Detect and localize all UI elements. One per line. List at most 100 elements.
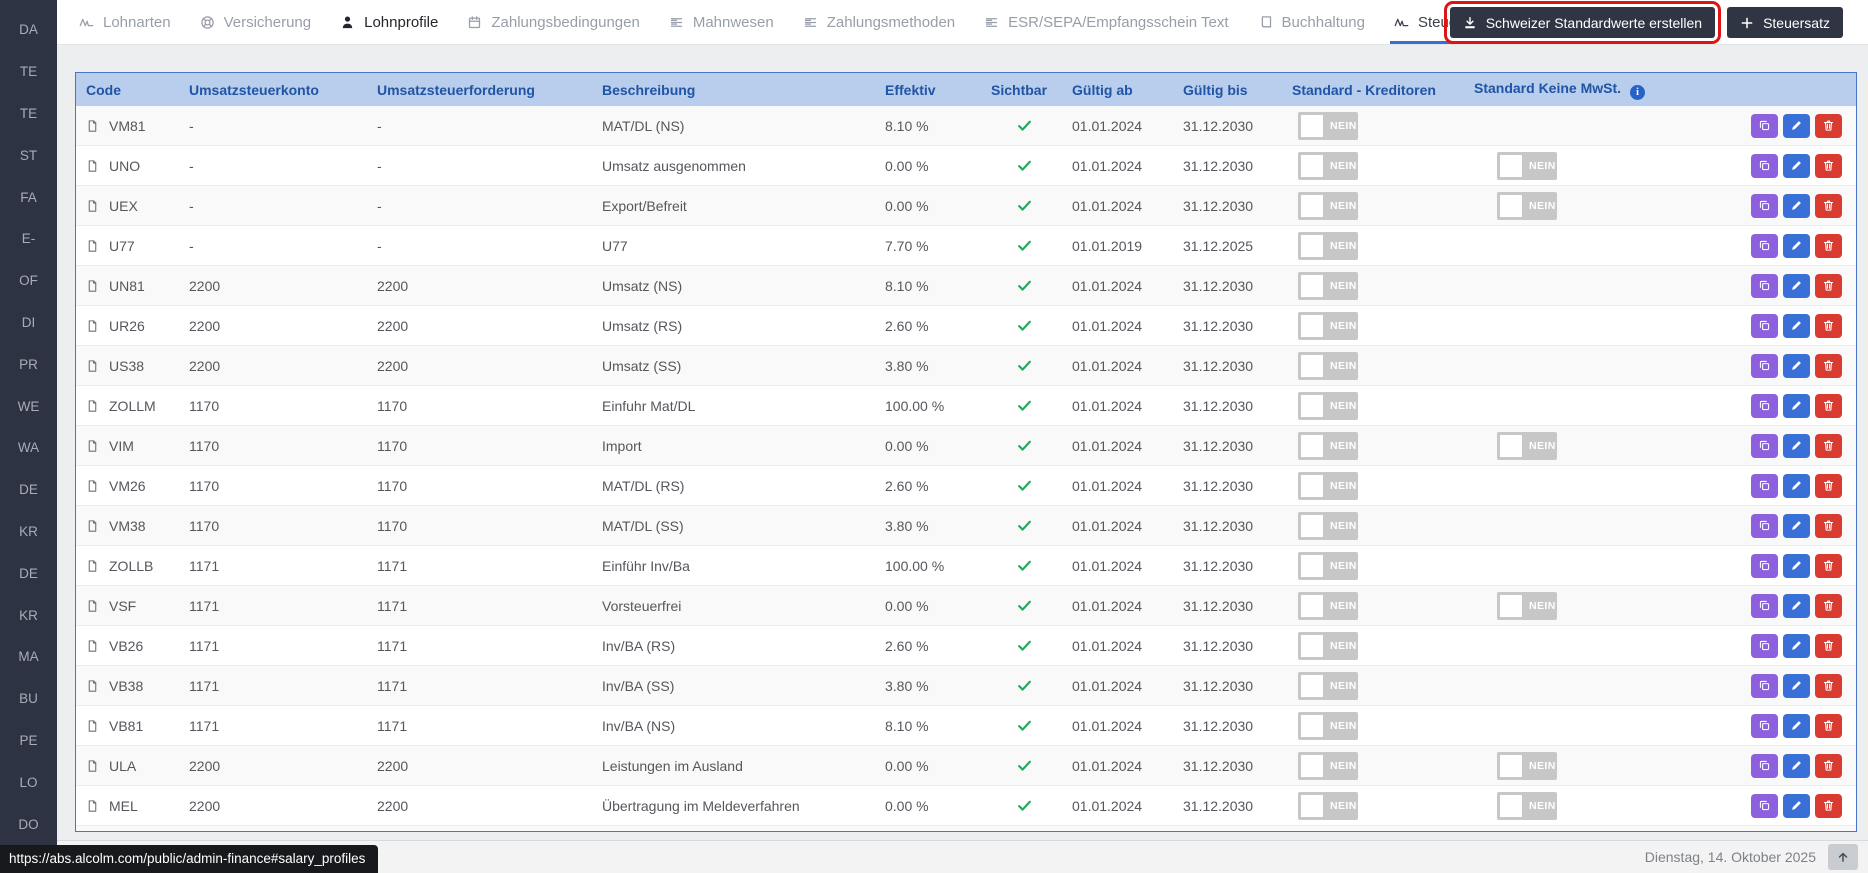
- tab-buchhaltung[interactable]: Buchhaltung: [1258, 0, 1365, 44]
- duplicate-button[interactable]: [1751, 193, 1778, 218]
- edit-button[interactable]: [1783, 153, 1810, 178]
- delete-button[interactable]: [1815, 553, 1842, 578]
- sidebar-item-we[interactable]: WE: [0, 385, 57, 427]
- edit-button[interactable]: [1783, 313, 1810, 338]
- tab-lohnprofile[interactable]: Lohnprofile: [340, 0, 438, 44]
- tab-zahlungsbedingungen[interactable]: Zahlungsbedingungen: [467, 0, 640, 44]
- sidebar-item-ma[interactable]: MA: [0, 636, 57, 678]
- standard-kreditoren-toggle[interactable]: NEIN: [1298, 151, 1358, 180]
- duplicate-button[interactable]: [1751, 273, 1778, 298]
- edit-button[interactable]: [1783, 273, 1810, 298]
- sidebar-item-da[interactable]: DA: [0, 9, 57, 51]
- edit-button[interactable]: [1783, 633, 1810, 658]
- delete-button[interactable]: [1815, 633, 1842, 658]
- standard-kreditoren-toggle[interactable]: NEIN: [1298, 751, 1358, 780]
- sidebar-item-pr[interactable]: PR: [0, 343, 57, 385]
- sidebar-item-de[interactable]: DE: [0, 552, 57, 594]
- standard-kreditoren-toggle[interactable]: NEIN: [1298, 471, 1358, 500]
- scroll-to-top-button[interactable]: [1828, 844, 1858, 870]
- delete-button[interactable]: [1815, 193, 1842, 218]
- edit-button[interactable]: [1783, 433, 1810, 458]
- duplicate-button[interactable]: [1751, 593, 1778, 618]
- edit-button[interactable]: [1783, 193, 1810, 218]
- standard-keine-mwst-toggle[interactable]: NEIN: [1497, 151, 1557, 180]
- delete-button[interactable]: [1815, 713, 1842, 738]
- add-steuersatz-button[interactable]: Steuersatz: [1727, 7, 1843, 38]
- sidebar-item-st[interactable]: ST: [0, 134, 57, 176]
- edit-button[interactable]: [1783, 473, 1810, 498]
- edit-button[interactable]: [1783, 553, 1810, 578]
- duplicate-button[interactable]: [1751, 433, 1778, 458]
- sidebar-item-pe[interactable]: PE: [0, 720, 57, 762]
- standard-kreditoren-toggle[interactable]: NEIN: [1298, 191, 1358, 220]
- standard-kreditoren-toggle[interactable]: NEIN: [1298, 231, 1358, 260]
- duplicate-button[interactable]: [1751, 673, 1778, 698]
- duplicate-button[interactable]: [1751, 473, 1778, 498]
- edit-button[interactable]: [1783, 513, 1810, 538]
- delete-button[interactable]: [1815, 353, 1842, 378]
- standard-kreditoren-toggle[interactable]: NEIN: [1298, 591, 1358, 620]
- standard-kreditoren-toggle[interactable]: NEIN: [1298, 311, 1358, 340]
- standard-keine-mwst-toggle[interactable]: NEIN: [1497, 431, 1557, 460]
- standard-kreditoren-toggle[interactable]: NEIN: [1298, 271, 1358, 300]
- delete-button[interactable]: [1815, 753, 1842, 778]
- sidebar-item-bu[interactable]: BU: [0, 678, 57, 720]
- delete-button[interactable]: [1815, 473, 1842, 498]
- edit-button[interactable]: [1783, 793, 1810, 818]
- duplicate-button[interactable]: [1751, 713, 1778, 738]
- duplicate-button[interactable]: [1751, 313, 1778, 338]
- standard-kreditoren-toggle[interactable]: NEIN: [1298, 391, 1358, 420]
- delete-button[interactable]: [1815, 793, 1842, 818]
- sidebar-item-lo[interactable]: LO: [0, 761, 57, 803]
- standard-kreditoren-toggle[interactable]: NEIN: [1298, 351, 1358, 380]
- delete-button[interactable]: [1815, 513, 1842, 538]
- tab-lohnarten[interactable]: Lohnarten: [79, 0, 171, 44]
- delete-button[interactable]: [1815, 233, 1842, 258]
- edit-button[interactable]: [1783, 113, 1810, 138]
- duplicate-button[interactable]: [1751, 513, 1778, 538]
- edit-button[interactable]: [1783, 593, 1810, 618]
- duplicate-button[interactable]: [1751, 553, 1778, 578]
- create-swiss-defaults-button[interactable]: Schweizer Standardwerte erstellen: [1443, 1, 1722, 44]
- sidebar-item-kr[interactable]: KR: [0, 511, 57, 553]
- standard-kreditoren-toggle[interactable]: NEIN: [1298, 631, 1358, 660]
- duplicate-button[interactable]: [1751, 753, 1778, 778]
- sidebar-item-e[interactable]: E-: [0, 218, 57, 260]
- edit-button[interactable]: [1783, 233, 1810, 258]
- delete-button[interactable]: [1815, 673, 1842, 698]
- edit-button[interactable]: [1783, 393, 1810, 418]
- standard-kreditoren-toggle[interactable]: NEIN: [1298, 511, 1358, 540]
- duplicate-button[interactable]: [1751, 353, 1778, 378]
- delete-button[interactable]: [1815, 113, 1842, 138]
- standard-keine-mwst-toggle[interactable]: NEIN: [1497, 591, 1557, 620]
- sidebar-item-de[interactable]: DE: [0, 469, 57, 511]
- standard-kreditoren-toggle[interactable]: NEIN: [1298, 791, 1358, 820]
- sidebar-item-te[interactable]: TE: [0, 93, 57, 135]
- tab-mahnwesen[interactable]: Mahnwesen: [669, 0, 774, 44]
- delete-button[interactable]: [1815, 153, 1842, 178]
- sidebar-item-kr[interactable]: KR: [0, 594, 57, 636]
- sidebar-item-do[interactable]: DO: [0, 803, 57, 845]
- delete-button[interactable]: [1815, 393, 1842, 418]
- duplicate-button[interactable]: [1751, 633, 1778, 658]
- standard-keine-mwst-toggle[interactable]: NEIN: [1497, 791, 1557, 820]
- edit-button[interactable]: [1783, 713, 1810, 738]
- tab-zahlungsmethoden[interactable]: Zahlungsmethoden: [803, 0, 955, 44]
- standard-kreditoren-toggle[interactable]: NEIN: [1298, 111, 1358, 140]
- edit-button[interactable]: [1783, 753, 1810, 778]
- edit-button[interactable]: [1783, 353, 1810, 378]
- tab-versicherung[interactable]: Versicherung: [200, 0, 311, 44]
- duplicate-button[interactable]: [1751, 233, 1778, 258]
- sidebar-item-wa[interactable]: WA: [0, 427, 57, 469]
- standard-keine-mwst-toggle[interactable]: NEIN: [1497, 191, 1557, 220]
- sidebar-item-of[interactable]: OF: [0, 260, 57, 302]
- standard-kreditoren-toggle[interactable]: NEIN: [1298, 431, 1358, 460]
- edit-button[interactable]: [1783, 673, 1810, 698]
- standard-kreditoren-toggle[interactable]: NEIN: [1298, 551, 1358, 580]
- duplicate-button[interactable]: [1751, 113, 1778, 138]
- sidebar-item-fa[interactable]: FA: [0, 176, 57, 218]
- standard-kreditoren-toggle[interactable]: NEIN: [1298, 671, 1358, 700]
- duplicate-button[interactable]: [1751, 153, 1778, 178]
- sidebar-item-te[interactable]: TE: [0, 51, 57, 93]
- standard-keine-mwst-toggle[interactable]: NEIN: [1497, 751, 1557, 780]
